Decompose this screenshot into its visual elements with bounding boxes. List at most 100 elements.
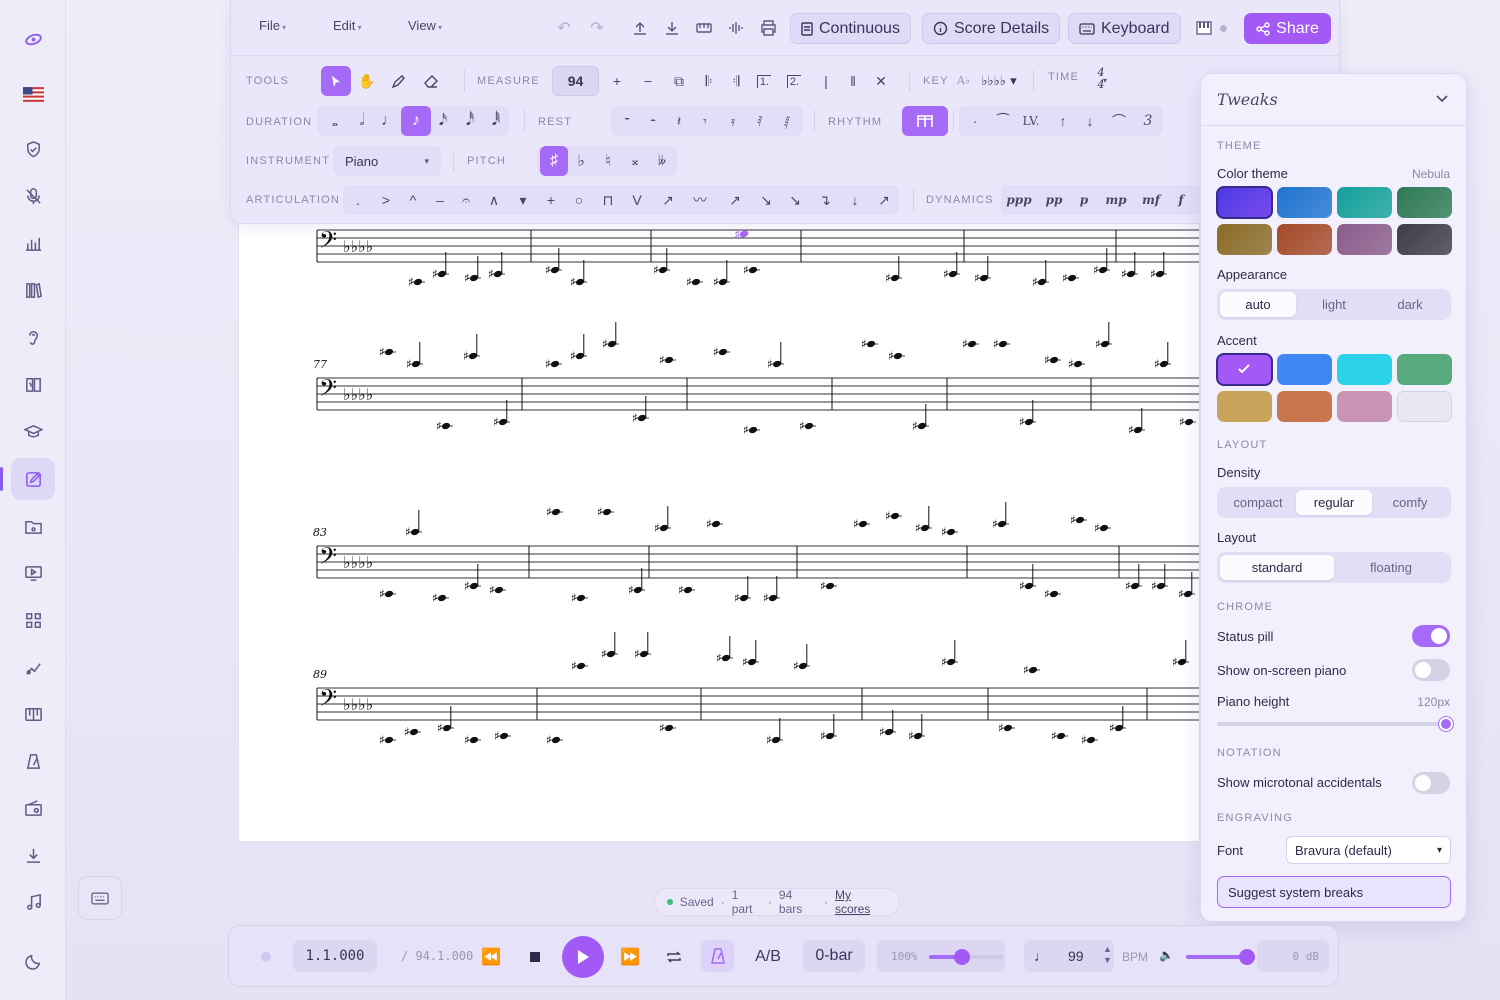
sixteenth-rest-icon[interactable]: 𝄿 [718,106,748,136]
barline-single-icon[interactable]: | [811,66,841,96]
fast-forward-icon[interactable]: ⏩ [617,944,643,970]
piano-height-slider[interactable] [1217,717,1453,731]
volume-icon[interactable]: 🔈 [1159,948,1174,962]
shield-check-icon[interactable] [11,128,55,170]
doit-icon[interactable]: ↘ [753,185,779,215]
book-icon[interactable] [11,363,55,405]
bar-chart-icon[interactable] [11,222,55,264]
accent-swatch-2[interactable] [1277,354,1332,385]
stop-icon[interactable] [522,944,548,970]
dynamic-p[interactable]: p [1071,185,1097,215]
dynamic-pp[interactable]: pp [1041,185,1067,215]
down-bow-icon[interactable]: ⊓ [595,185,621,215]
trill-icon[interactable]: 〰 [687,185,713,215]
volume-slider-thumb[interactable] [1238,949,1255,965]
theme-swatch-8[interactable] [1397,224,1452,255]
upload-icon[interactable] [627,16,653,40]
flip-icon[interactable]: ↗ [871,185,897,215]
theme-swatch-6[interactable] [1277,224,1332,255]
menu-edit[interactable]: Edit [333,18,362,33]
time-signature-select[interactable]: 44 [1089,67,1113,91]
piano-view-icon[interactable] [1191,16,1217,40]
quarter-note-icon[interactable]: ♩ [374,106,404,136]
share-button[interactable]: Share [1244,13,1331,44]
dot-icon[interactable]: · [960,106,990,136]
dynamic-ppp[interactable]: ppp [1006,185,1032,215]
tie-icon[interactable]: ⁀ [988,106,1018,136]
language-flag-icon[interactable] [11,73,55,115]
notes-chart-icon[interactable] [11,646,55,688]
score-details-button[interactable]: Score Details [922,13,1061,44]
download-icon[interactable] [11,834,55,876]
accent-icon[interactable]: > [373,185,399,215]
dynamic-f[interactable]: f [1169,185,1193,215]
ab-loop-button[interactable]: A/B [751,944,785,970]
radio-icon[interactable] [11,787,55,829]
staccato-icon[interactable]: . [345,185,371,215]
layout-standard[interactable]: standard [1220,555,1334,580]
mic-off-icon[interactable] [11,175,55,217]
theme-swatch-3[interactable] [1337,187,1392,218]
sharp-icon[interactable]: ♯ [540,146,568,176]
ear-icon[interactable] [11,316,55,358]
collapse-chevron-icon[interactable] [1436,95,1448,103]
volume-slider[interactable] [1186,949,1255,965]
continuous-view-button[interactable]: Continuous [790,13,911,44]
position-field[interactable]: 1.1.000 [293,940,377,972]
key-signature-select[interactable]: ♭♭♭♭ ▾ [979,66,1019,96]
flat-icon[interactable]: ♭ [567,146,595,176]
appearance-dark[interactable]: dark [1372,292,1448,317]
sixty-fourth-rest-icon[interactable]: 𝅁 [772,106,802,136]
volta-2-icon[interactable]: 2. [779,66,809,96]
metronome-icon[interactable] [11,740,55,782]
accent-swatch-7[interactable] [1337,391,1392,422]
keyboard-toggle-button[interactable] [78,876,122,920]
eighth-rest-icon[interactable]: 𝄾 [690,106,720,136]
pen-tool-button[interactable] [383,66,413,96]
whole-note-icon[interactable]: 𝅝 [320,106,350,136]
tempo-stepper[interactable]: ▲ ▼ [1103,944,1112,966]
layout-floating[interactable]: floating [1334,555,1448,580]
add-measure-button[interactable]: + [602,66,632,96]
accent-swatch-8[interactable] [1397,391,1452,422]
let-vibrate-button[interactable]: LV. [1016,106,1046,136]
rewind-icon[interactable]: ⏪ [478,944,504,970]
appearance-light[interactable]: light [1296,292,1372,317]
accent-swatch-3[interactable] [1337,354,1392,385]
strong-accent-icon[interactable]: ∧ [481,185,507,215]
accent-swatch-6[interactable] [1277,391,1332,422]
suggest-system-breaks-button[interactable]: Suggest system breaks [1217,876,1451,908]
theme-swatch-2[interactable] [1277,187,1332,218]
dark-mode-icon[interactable] [11,940,55,982]
tempo-field[interactable]: ♩ 99 [1024,940,1114,972]
eraser-tool-button[interactable] [416,66,446,96]
grid-icon[interactable] [11,599,55,641]
select-tool-button[interactable] [321,66,351,96]
zoom-slider[interactable] [929,949,1003,965]
natural-icon[interactable]: ♮ [594,146,622,176]
remove-measure-button[interactable]: − [633,66,663,96]
menu-view[interactable]: View [408,18,442,33]
staccatissimo-icon[interactable]: ▾ [510,185,536,215]
harmonic-icon[interactable]: ○ [566,185,592,215]
triplet-button[interactable]: 3 [1133,106,1163,136]
duplicate-measure-icon[interactable]: ⧉ [664,66,694,96]
repeat-start-icon[interactable]: 𝄆 [694,66,724,96]
volta-1-icon[interactable]: 1. [749,66,779,96]
theme-swatch-5[interactable] [1217,224,1272,255]
bend-icon[interactable]: ↴ [812,185,838,215]
library-icon[interactable] [11,269,55,311]
stopped-icon[interactable]: + [538,185,564,215]
up-bow-icon[interactable]: V [624,185,650,215]
repeat-end-icon[interactable]: 𝄇 [721,66,751,96]
undo-icon[interactable]: ↶ [551,16,577,40]
dynamic-mf[interactable]: mf [1137,185,1165,215]
half-note-icon[interactable]: 𝅗𝅥 [347,106,377,136]
dynamic-mp[interactable]: mp [1101,185,1131,215]
midi-icon[interactable] [691,16,717,40]
double-sharp-icon[interactable]: 𝄪 [621,146,649,176]
edit-score-icon[interactable] [0,458,55,500]
density-comfy[interactable]: comfy [1372,490,1448,515]
accent-swatch-1[interactable] [1216,353,1273,386]
microtonal-toggle[interactable] [1412,772,1450,794]
